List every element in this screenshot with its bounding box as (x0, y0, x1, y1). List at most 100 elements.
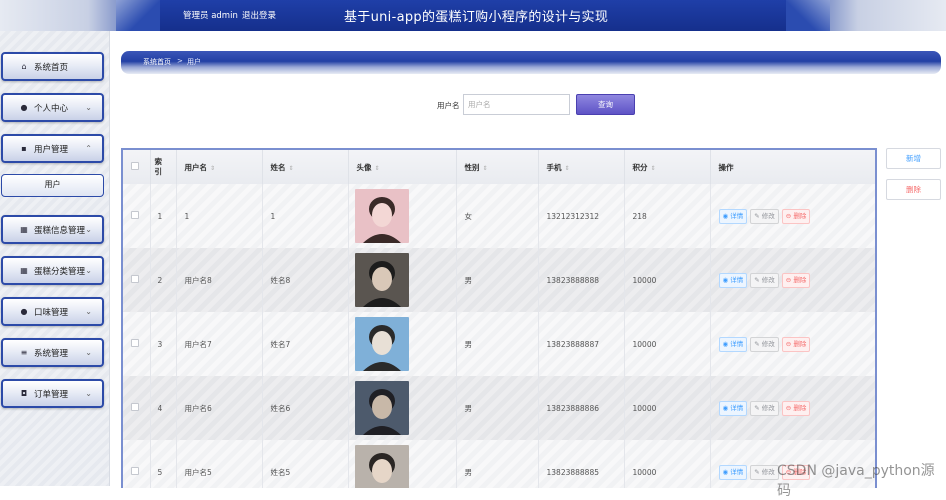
trash-icon: ⊖ (785, 339, 792, 348)
col-avatar-label: 头像 (356, 162, 372, 172)
delete-row-button[interactable]: ⊖ 删除 (781, 336, 811, 352)
view-button[interactable]: ◉ 详情 (718, 208, 748, 224)
app-title: 基于uni-app的蛋糕订购小程序的设计与实现 (344, 10, 609, 25)
user-icon: ● (20, 103, 28, 112)
chat-icon: ▪ (21, 144, 27, 153)
select-all-cell[interactable] (123, 150, 151, 184)
col-username[interactable]: 用户名 ⇕ (176, 150, 263, 184)
sidebar-item-cake-category[interactable]: ▦ 蛋糕分类管理 ⌄ (1, 256, 104, 285)
col-avatar[interactable]: 头像 ⇕ (348, 150, 457, 184)
sort-icon[interactable]: ⇕ (210, 165, 215, 172)
sort-icon[interactable]: ⇕ (289, 165, 294, 172)
col-actions: 操作 (710, 150, 875, 184)
cell-index: 4 (150, 376, 177, 440)
delete-button[interactable]: 删除 (886, 179, 941, 200)
delete-row-button[interactable]: ⊖ 删除 (781, 208, 811, 224)
delete-row-button[interactable]: ⊖ 删除 (781, 400, 811, 416)
edit-button-label: 修改 (761, 211, 775, 220)
sort-icon[interactable]: ⇕ (375, 165, 380, 172)
sidebar-item-label: 系统管理 (34, 348, 69, 359)
edit-button[interactable]: ✎ 修改 (750, 272, 779, 288)
chevron-down-icon: ⌄ (85, 103, 92, 112)
cell-gender: 男 (456, 248, 539, 312)
cell-phone: 13823888887 (538, 312, 625, 376)
row-checkbox[interactable] (131, 403, 139, 411)
view-button[interactable]: ◉ 详情 (718, 464, 748, 480)
col-username-label: 用户名 (184, 162, 208, 172)
view-button[interactable]: ◉ 详情 (718, 272, 748, 288)
sort-icon[interactable]: ⇕ (565, 165, 570, 172)
view-button[interactable]: ◉ 详情 (718, 400, 748, 416)
cell-actions: ◉ 详情 ✎ 修改 ⊖ 删除 (710, 184, 875, 248)
cell-index: 5 (150, 440, 177, 488)
sidebar-item-orders[interactable]: ◘ 订单管理 ⌄ (1, 379, 104, 408)
cell-avatar (348, 376, 457, 440)
edit-button-label: 修改 (761, 467, 775, 476)
breadcrumb-current: 用户 (187, 58, 201, 66)
view-button[interactable]: ◉ 详情 (718, 336, 748, 352)
col-phone[interactable]: 手机 ⇕ (538, 150, 625, 184)
chevron-down-icon: ⌄ (85, 225, 92, 234)
cell-name: 姓名6 (262, 376, 349, 440)
row-select-cell[interactable] (123, 376, 151, 440)
add-button[interactable]: 新增 (886, 148, 941, 169)
edit-button[interactable]: ✎ 修改 (750, 208, 779, 224)
edit-button-label: 修改 (761, 275, 775, 284)
search-label: 用户名 (437, 101, 460, 110)
delete-row-button-label: 删除 (793, 339, 807, 348)
search-button[interactable]: 查询 (576, 94, 635, 115)
col-gender[interactable]: 性别 ⇕ (456, 150, 539, 184)
sidebar-item-label: 个人中心 (34, 103, 69, 114)
row-checkbox[interactable] (131, 339, 139, 347)
delete-row-button[interactable]: ⊖ 删除 (781, 272, 811, 288)
edit-button[interactable]: ✎ 修改 (750, 336, 779, 352)
table-row: 2 用户名8 姓名8 男 13823888888 10000 ◉ 详情 ✎ 修改 ⊖ 删除 (123, 248, 875, 312)
select-all-checkbox[interactable] (131, 162, 139, 170)
chevron-down-icon: ⌄ (85, 348, 92, 357)
cell-avatar (348, 248, 457, 312)
sliders-icon: ≡ (20, 348, 28, 357)
chevron-down-icon: ⌄ (85, 307, 92, 316)
sidebar-item-home[interactable]: ⌂ 系统首页 (1, 52, 104, 81)
cell-name: 姓名5 (262, 440, 349, 488)
cell-gender: 女 (456, 184, 539, 248)
view-button-label: 详情 (730, 275, 744, 284)
col-gender-label: 性别 (464, 162, 480, 172)
edit-button[interactable]: ✎ 修改 (750, 464, 779, 480)
grid-icon: ▦ (20, 225, 28, 234)
sidebar-item-user-management[interactable]: ▪ 用户管理 ⌃ (1, 134, 104, 163)
sidebar-item-system[interactable]: ≡ 系统管理 ⌄ (1, 338, 104, 367)
row-select-cell[interactable] (123, 184, 151, 248)
col-name[interactable]: 姓名 ⇕ (262, 150, 349, 184)
logout-link[interactable]: 退出登录 (242, 9, 276, 21)
avatar (354, 445, 409, 488)
row-select-cell[interactable] (123, 440, 151, 488)
sidebar-item-cake-info[interactable]: ▦ 蛋糕信息管理 ⌄ (1, 215, 104, 244)
row-checkbox[interactable] (131, 467, 139, 475)
box-icon: ◘ (20, 389, 28, 398)
row-checkbox[interactable] (131, 275, 139, 283)
sidebar-item-flavor[interactable]: ● 口味管理 ⌄ (1, 297, 104, 326)
row-select-cell[interactable] (123, 248, 151, 312)
avatar (354, 317, 409, 371)
col-points[interactable]: 积分 ⇕ (624, 150, 711, 184)
cell-name: 姓名8 (262, 248, 349, 312)
sort-icon[interactable]: ⇕ (651, 165, 656, 172)
edit-button[interactable]: ✎ 修改 (750, 400, 779, 416)
search-input[interactable] (463, 94, 570, 115)
sidebar-item-profile[interactable]: ● 个人中心 ⌄ (1, 93, 104, 122)
cell-avatar (348, 184, 457, 248)
delete-row-button-label: 删除 (793, 211, 807, 220)
current-user-label: 管理员 admin (183, 11, 238, 21)
sidebar-item-label: 口味管理 (34, 307, 69, 318)
row-select-cell[interactable] (123, 312, 151, 376)
row-checkbox[interactable] (131, 211, 139, 219)
breadcrumb-home[interactable]: 系统首页 (143, 57, 171, 67)
cell-points: 10000 (624, 440, 711, 488)
cell-username: 1 (176, 184, 263, 248)
sort-icon[interactable]: ⇕ (483, 165, 488, 172)
pencil-icon: ✎ (754, 467, 760, 476)
cell-avatar (348, 312, 457, 376)
sidebar-subitem-user[interactable]: 用户 (1, 174, 104, 197)
cell-points: 218 (624, 184, 711, 248)
